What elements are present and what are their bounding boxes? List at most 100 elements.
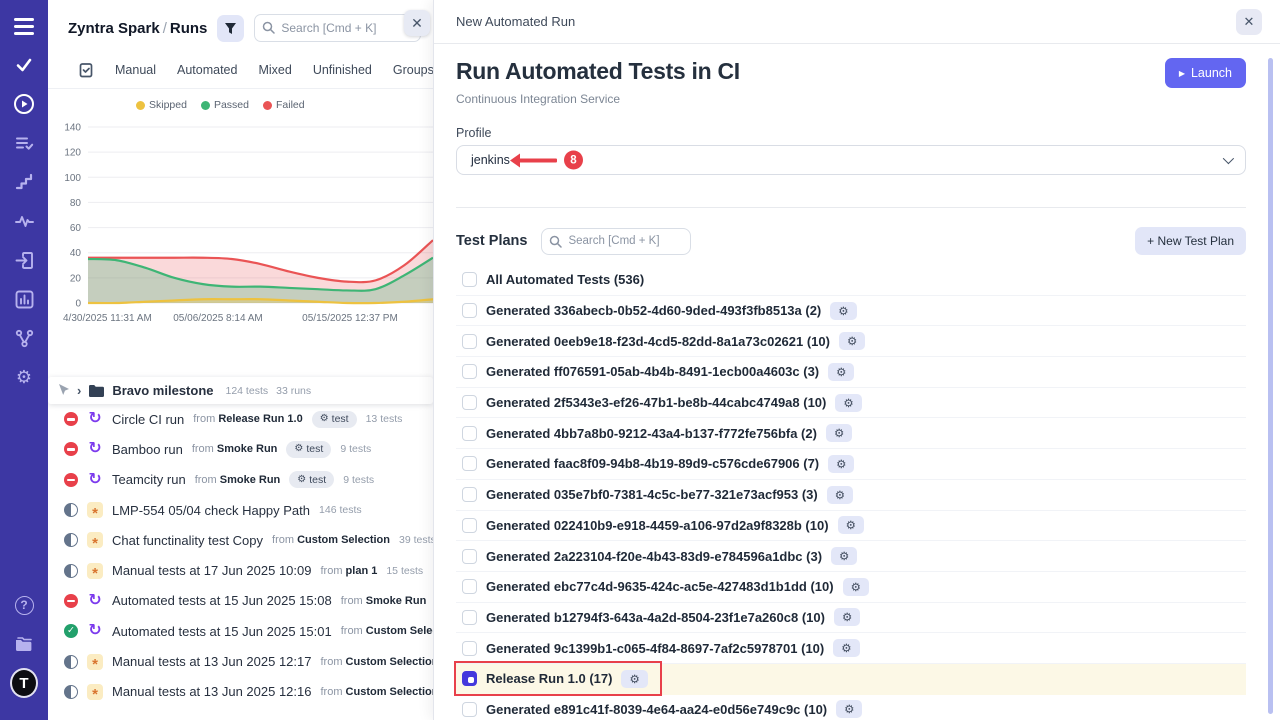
test-plan-row[interactable]: Generated faac8f09-94b8-4b19-89d9-c576cd… <box>456 449 1246 480</box>
test-plan-row[interactable]: Generated 022410b9-e918-4459-a106-97d2a9… <box>456 511 1246 542</box>
launch-button[interactable]: ▶ Launch <box>1165 58 1246 88</box>
plan-checkbox[interactable] <box>462 426 477 441</box>
plan-checkbox[interactable] <box>462 303 477 318</box>
run-name[interactable]: Manual tests at 17 Jun 2025 10:09 <box>112 563 311 578</box>
test-plan-row[interactable]: Release Run 1.0 (17) ⚙ <box>456 664 1246 695</box>
milestone-folder-row[interactable]: › Bravo milestone 124 tests 33 runs <box>48 377 433 404</box>
breadcrumb-project[interactable]: Zyntra Spark <box>68 20 160 37</box>
test-plan-row[interactable]: Generated 035e7bf0-7381-4c5c-be77-321e73… <box>456 480 1246 511</box>
runs-tab[interactable]: Manual <box>115 63 156 77</box>
plan-settings-button[interactable]: ⚙ <box>830 302 856 320</box>
test-plan-row[interactable]: Generated ebc77c4d-9635-424c-ac5e-427483… <box>456 572 1246 603</box>
test-plan-row[interactable]: Generated ff076591-05ab-4b4b-8491-1ecb00… <box>456 357 1246 388</box>
projects-folders-icon[interactable] <box>12 632 36 656</box>
pulse-icon[interactable] <box>12 209 36 233</box>
run-row[interactable]: Manual tests at 13 Jun 2025 12:17 from C… <box>48 646 433 676</box>
run-row[interactable]: Manual tests at 17 Jun 2025 10:09 from p… <box>48 555 433 585</box>
chevron-right-icon[interactable]: › <box>77 383 81 398</box>
run-row[interactable]: Teamcity run from Smoke Run ⚙ test ⚙ 9 t… <box>48 465 433 495</box>
plan-checkbox[interactable] <box>462 549 477 564</box>
run-row[interactable]: Automated tests at 15 Jun 2025 15:01 fro… <box>48 616 433 646</box>
svg-text:100: 100 <box>64 173 81 184</box>
steps-icon[interactable] <box>12 170 36 194</box>
run-name[interactable]: Teamcity run <box>112 472 186 487</box>
run-test-badge[interactable]: ⚙ test <box>312 411 357 428</box>
runs-tab[interactable]: Groups <box>393 63 433 77</box>
plan-settings-button[interactable]: ⚙ <box>831 547 857 565</box>
test-plan-row[interactable]: Generated b12794f3-643a-4a2d-8504-23f1e7… <box>456 603 1246 634</box>
plan-settings-button[interactable]: ⚙ <box>828 455 854 473</box>
folder-name[interactable]: Bravo milestone <box>112 383 213 398</box>
filter-button[interactable] <box>217 15 244 42</box>
plan-checkbox[interactable] <box>462 456 477 471</box>
run-row[interactable]: LMP-554 05/04 check Happy Path from ⚙ ⚙ … <box>48 495 433 525</box>
run-test-badge[interactable]: ⚙ test <box>286 441 331 458</box>
new-test-plan-button[interactable]: + New Test Plan <box>1135 227 1246 255</box>
test-plan-row[interactable]: Generated 0eeb9e18-f23d-4cd5-82dd-8a1a73… <box>456 326 1246 357</box>
menu-icon[interactable] <box>12 14 36 38</box>
run-name[interactable]: Chat functinality test Copy <box>112 533 263 548</box>
runs-tab[interactable]: Automated <box>177 63 237 77</box>
test-plans-list-icon[interactable] <box>12 131 36 155</box>
plan-settings-button[interactable]: ⚙ <box>827 486 853 504</box>
run-row[interactable]: Circle CI run from Release Run 1.0 ⚙ tes… <box>48 404 433 434</box>
run-test-badge[interactable]: ⚙ test <box>289 471 334 488</box>
run-name[interactable]: LMP-554 05/04 check Happy Path <box>112 503 310 518</box>
run-name[interactable]: Bamboo run <box>112 442 183 457</box>
plan-settings-button[interactable]: ⚙ <box>843 578 869 596</box>
runs-search-input[interactable] <box>254 14 421 42</box>
profile-select[interactable]: jenkins 8 <box>456 145 1246 175</box>
import-icon[interactable] <box>12 248 36 272</box>
settings-gear-icon[interactable]: ⚙ <box>12 365 36 389</box>
run-name[interactable]: Manual tests at 13 Jun 2025 12:17 <box>112 654 311 669</box>
test-plan-row[interactable]: Generated 336abecb-0b52-4d60-9ded-493f3f… <box>456 296 1246 327</box>
modal-close-button[interactable]: ✕ <box>1236 9 1262 35</box>
plan-settings-button[interactable]: ⚙ <box>621 670 647 688</box>
app-logo[interactable]: T <box>12 671 36 695</box>
plan-checkbox[interactable] <box>462 518 477 533</box>
plan-checkbox[interactable] <box>462 364 477 379</box>
plan-settings-button[interactable]: ⚙ <box>839 332 865 350</box>
help-icon[interactable]: ? <box>12 593 36 617</box>
run-name[interactable]: Automated tests at 15 Jun 2025 15:08 <box>112 593 332 608</box>
tests-check-icon[interactable] <box>12 53 36 77</box>
run-name[interactable]: Automated tests at 15 Jun 2025 15:01 <box>112 624 332 639</box>
runs-tab[interactable]: Unfinished <box>313 63 372 77</box>
test-plan-row[interactable]: Generated 9c1399b1-c065-4f84-8697-7af2c5… <box>456 633 1246 664</box>
panel-close-button[interactable]: ✕ <box>404 10 430 36</box>
plan-settings-button[interactable]: ⚙ <box>835 394 861 412</box>
run-name[interactable]: Circle CI run <box>112 412 184 427</box>
test-plan-row[interactable]: Generated e891c41f-8039-4e64-aa24-e0d56e… <box>456 695 1246 720</box>
run-row[interactable]: Manual tests at 13 Jun 2025 12:16 from C… <box>48 677 433 707</box>
vertical-scrollbar[interactable] <box>1268 58 1273 714</box>
run-row[interactable]: Chat functinality test Copy from Custom … <box>48 525 433 555</box>
test-plan-row[interactable]: All Automated Tests (536) ⚙ <box>456 265 1246 296</box>
plan-checkbox[interactable] <box>462 487 477 502</box>
plan-settings-button[interactable]: ⚙ <box>834 608 860 626</box>
branch-icon[interactable] <box>12 326 36 350</box>
run-name[interactable]: Manual tests at 13 Jun 2025 12:16 <box>112 684 311 699</box>
plan-settings-button[interactable]: ⚙ <box>826 424 852 442</box>
plan-settings-button[interactable]: ⚙ <box>836 700 862 718</box>
plan-checkbox[interactable] <box>462 334 477 349</box>
analytics-bar-chart-icon[interactable] <box>12 287 36 311</box>
test-plan-row[interactable]: Generated 2f5343e3-ef26-47b1-be8b-44cabc… <box>456 388 1246 419</box>
plan-settings-button[interactable]: ⚙ <box>833 639 859 657</box>
runs-play-icon[interactable] <box>12 92 36 116</box>
test-plan-row[interactable]: Generated 4bb7a8b0-9212-43a4-b137-f772fe… <box>456 418 1246 449</box>
runs-tab[interactable]: Mixed <box>258 63 291 77</box>
plan-checkbox[interactable] <box>462 671 477 686</box>
plan-checkbox[interactable] <box>462 272 477 287</box>
plan-checkbox[interactable] <box>462 610 477 625</box>
test-plan-row[interactable]: Generated 2a223104-f20e-4b43-83d9-e78459… <box>456 541 1246 572</box>
run-row[interactable]: Automated tests at 15 Jun 2025 15:08 fro… <box>48 586 433 616</box>
test-plans-search-input[interactable] <box>541 228 691 255</box>
plan-checkbox[interactable] <box>462 579 477 594</box>
plan-checkbox[interactable] <box>462 702 477 717</box>
plan-checkbox[interactable] <box>462 641 477 656</box>
run-row[interactable]: Bamboo run from Smoke Run ⚙ test ⚙ 9 tes… <box>48 434 433 464</box>
plan-settings-button[interactable]: ⚙ <box>828 363 854 381</box>
plan-checkbox[interactable] <box>462 395 477 410</box>
clipboard-check-icon[interactable] <box>78 62 94 78</box>
plan-settings-button[interactable]: ⚙ <box>838 516 864 534</box>
